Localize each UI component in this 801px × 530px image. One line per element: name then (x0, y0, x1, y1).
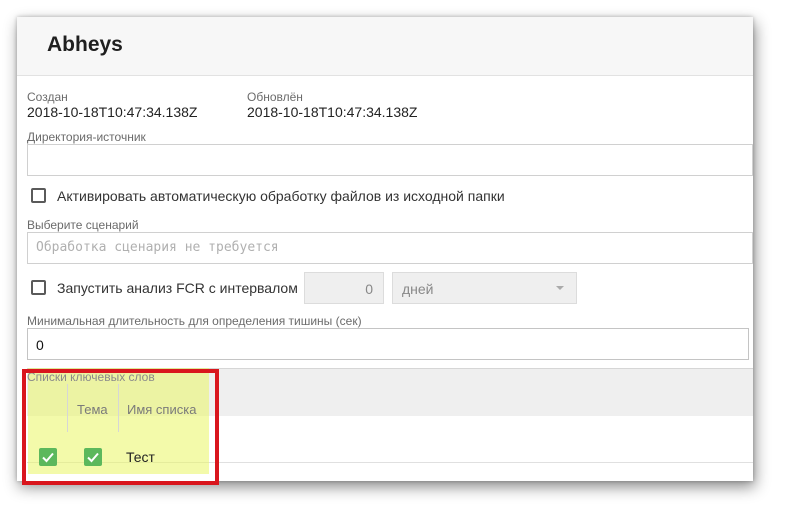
scenario-placeholder: Обработка сценария не требуется (36, 240, 279, 255)
source-dir-input[interactable] (27, 144, 753, 176)
fcr-interval-value: 0 (365, 281, 373, 297)
page-title: Abheys (47, 33, 123, 56)
auto-process-label: Активировать автоматическую обработку фа… (57, 188, 505, 204)
created-label: Создан (27, 90, 68, 104)
fcr-checkbox-icon[interactable] (31, 280, 46, 295)
fcr-label: Запустить анализ FCR с интервалом (57, 280, 298, 296)
fcr-unit-select[interactable]: дней (392, 272, 577, 304)
annotation-highlight-box (22, 369, 219, 485)
scenario-select[interactable]: Обработка сценария не требуется (27, 232, 753, 264)
chevron-down-icon (556, 286, 564, 290)
scenario-label: Выберите сценарий (27, 218, 139, 232)
auto-process-checkbox-icon[interactable] (31, 188, 46, 203)
silence-label: Минимальная длительность для определения… (27, 314, 362, 328)
updated-label: Обновлён (247, 90, 303, 104)
fcr-unit-value: дней (402, 281, 434, 297)
dialog-header: Abheys (17, 17, 753, 76)
updated-value: 2018-10-18T10:47:34.138Z (247, 104, 418, 120)
silence-value: 0 (36, 337, 44, 353)
fcr-interval-input[interactable]: 0 (304, 272, 384, 304)
silence-input[interactable]: 0 (27, 328, 749, 360)
source-dir-label: Директория-источник (27, 130, 146, 144)
created-value: 2018-10-18T10:47:34.138Z (27, 104, 198, 120)
